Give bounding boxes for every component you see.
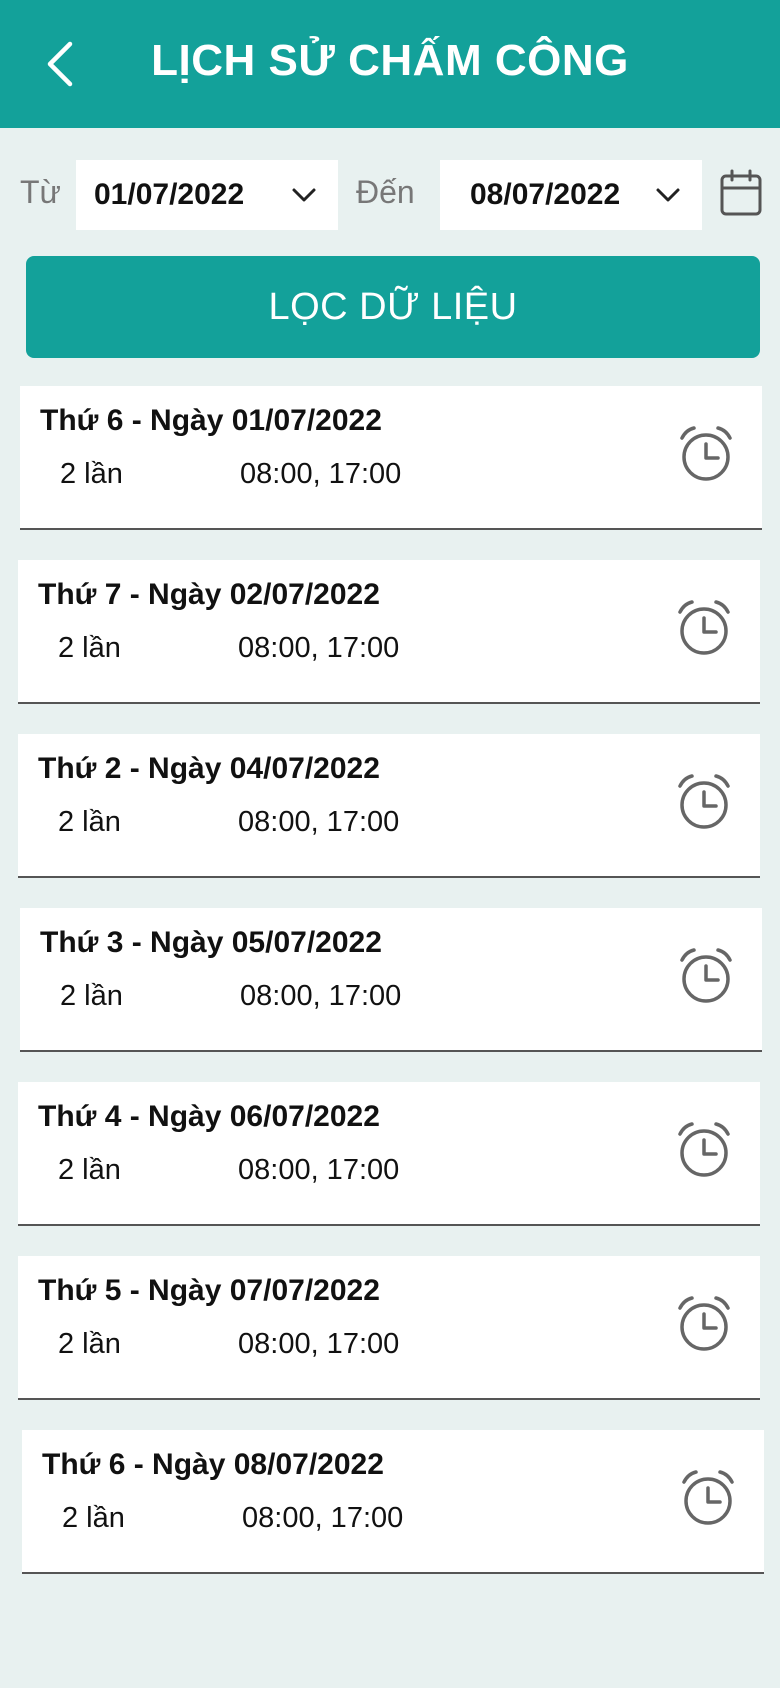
calendar-button[interactable]	[718, 168, 764, 218]
record-date: Thứ 4 - Ngày 06/07/2022	[38, 1100, 380, 1133]
record-card[interactable]: Thứ 3 - Ngày 05/07/2022 2 lần 08:00, 17:00	[20, 908, 762, 1052]
alarm-clock-icon	[674, 1294, 734, 1354]
to-date-select[interactable]: 08/07/2022	[440, 160, 702, 230]
record-date: Thứ 5 - Ngày 07/07/2022	[38, 1274, 380, 1307]
from-date-value: 01/07/2022	[94, 178, 245, 211]
alarm-clock-icon	[678, 1468, 738, 1528]
alarm-clock-icon	[676, 424, 736, 484]
record-date: Thứ 6 - Ngày 08/07/2022	[42, 1448, 384, 1481]
alarm-clock-icon	[674, 598, 734, 658]
record-times: 08:00, 17:00	[238, 632, 400, 664]
record-times: 08:00, 17:00	[238, 1328, 400, 1360]
record-date: Thứ 2 - Ngày 04/07/2022	[38, 752, 380, 785]
record-count: 2 lần	[60, 980, 123, 1012]
record-times: 08:00, 17:00	[240, 458, 402, 490]
alarm-clock-icon	[674, 1120, 734, 1180]
record-count: 2 lần	[58, 632, 121, 664]
record-card[interactable]: Thứ 2 - Ngày 04/07/2022 2 lần 08:00, 17:00	[18, 734, 760, 878]
record-card[interactable]: Thứ 4 - Ngày 06/07/2022 2 lần 08:00, 17:00	[18, 1082, 760, 1226]
record-card[interactable]: Thứ 7 - Ngày 02/07/2022 2 lần 08:00, 17:00	[18, 560, 760, 704]
record-times: 08:00, 17:00	[238, 806, 400, 838]
record-count: 2 lần	[58, 1328, 121, 1360]
record-date: Thứ 6 - Ngày 01/07/2022	[40, 404, 382, 437]
record-count: 2 lần	[58, 806, 121, 838]
alarm-clock-icon	[674, 772, 734, 832]
record-count: 2 lần	[62, 1502, 125, 1534]
chevron-down-icon	[656, 188, 680, 202]
calendar-icon	[720, 169, 762, 216]
record-date: Thứ 7 - Ngày 02/07/2022	[38, 578, 380, 611]
from-date-select[interactable]: 01/07/2022	[76, 160, 338, 230]
chevron-down-icon	[292, 188, 316, 202]
record-card[interactable]: Thứ 5 - Ngày 07/07/2022 2 lần 08:00, 17:00	[18, 1256, 760, 1400]
record-count: 2 lần	[60, 458, 123, 490]
page-title: LỊCH SỬ CHẤM CÔNG	[151, 36, 629, 85]
record-date: Thứ 3 - Ngày 05/07/2022	[40, 926, 382, 959]
record-card[interactable]: Thứ 6 - Ngày 08/07/2022 2 lần 08:00, 17:00	[22, 1430, 764, 1574]
record-times: 08:00, 17:00	[242, 1502, 404, 1534]
to-label: Đến	[356, 174, 415, 210]
record-times: 08:00, 17:00	[238, 1154, 400, 1186]
filter-button[interactable]: LỌC DỮ LIỆU	[26, 256, 760, 358]
record-count: 2 lần	[58, 1154, 121, 1186]
from-label: Từ	[20, 174, 61, 210]
app-header: LỊCH SỬ CHẤM CÔNG	[0, 0, 780, 128]
alarm-clock-icon	[676, 946, 736, 1006]
record-card[interactable]: Thứ 6 - Ngày 01/07/2022 2 lần 08:00, 17:00	[20, 386, 762, 530]
record-times: 08:00, 17:00	[240, 980, 402, 1012]
to-date-value: 08/07/2022	[470, 178, 621, 211]
